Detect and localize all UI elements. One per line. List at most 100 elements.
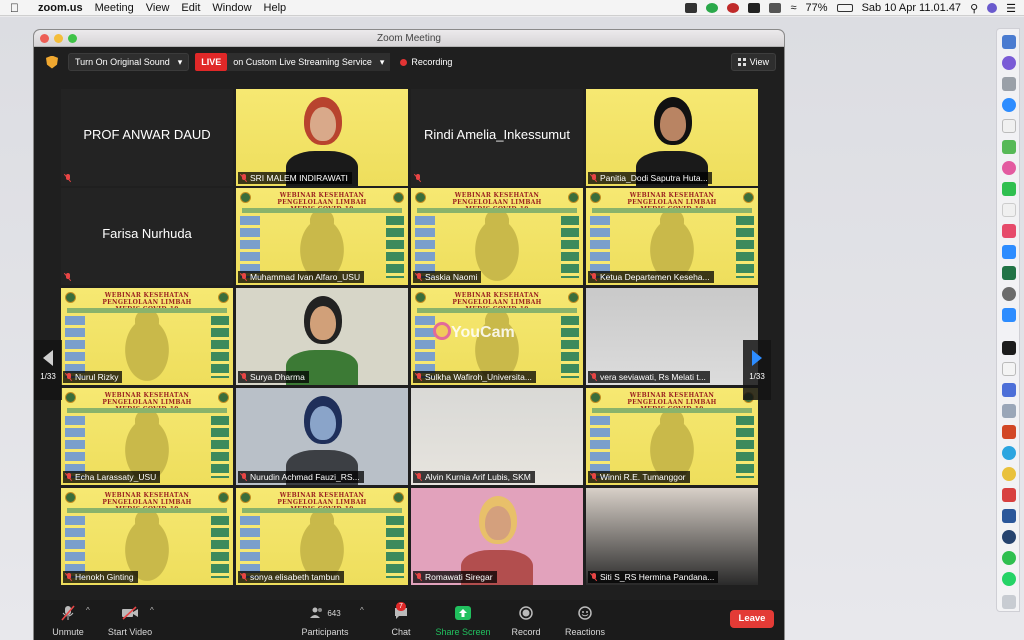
close-window-button[interactable] — [40, 34, 49, 43]
view-button[interactable]: View — [730, 53, 776, 71]
word-icon[interactable] — [1002, 509, 1016, 523]
participant-display-name: PROF ANWAR DAUD — [83, 127, 211, 142]
menu-meeting[interactable]: Meeting — [95, 2, 134, 14]
video-options-caret-icon[interactable]: ^ — [150, 606, 154, 615]
line-dock-icon[interactable] — [1002, 551, 1016, 565]
siri-icon[interactable] — [987, 3, 998, 13]
system-preferences-icon[interactable] — [1002, 287, 1016, 301]
leave-button[interactable]: Leave — [730, 610, 774, 628]
zoom-window-button[interactable] — [68, 34, 77, 43]
siri-dock-icon[interactable] — [1002, 56, 1016, 70]
volume-icon[interactable] — [769, 3, 782, 13]
participant-tile[interactable]: SRI MALEM INDIRAWATI — [236, 89, 408, 186]
notification-center-icon[interactable]: ☰ — [1006, 2, 1016, 15]
wifi-icon[interactable]: ≈ — [790, 2, 796, 14]
notes-icon[interactable] — [1002, 119, 1016, 133]
battery-icon[interactable] — [836, 4, 853, 12]
telegram-icon[interactable] — [1002, 446, 1016, 460]
participants-button[interactable]: 643 Participants — [298, 604, 352, 637]
preview-icon[interactable] — [1002, 362, 1016, 376]
clock[interactable]: Sab 10 Apr 11.01.47 — [862, 2, 962, 14]
finder-icon[interactable] — [1002, 35, 1016, 49]
dropdown-caret-icon[interactable]: ▾ — [178, 54, 183, 70]
chat-button[interactable]: 7 Chat — [386, 602, 416, 637]
participant-tile[interactable]: vera seviawati, Rs Melati t... — [586, 288, 758, 385]
muted-microphone-icon — [65, 174, 71, 182]
safari-icon[interactable] — [1002, 98, 1016, 112]
participant-tile[interactable]: WEBINAR KESEHATANPENGELOLAAN LIMBAHMEDIS… — [586, 188, 758, 285]
chrome-icon[interactable] — [1002, 467, 1016, 481]
share-screen-button[interactable]: Share Screen — [432, 604, 494, 637]
participant-tile[interactable]: WEBINAR KESEHATANPENGELOLAAN LIMBAHMEDIS… — [411, 288, 583, 385]
recording-indicator[interactable]: Recording — [400, 57, 452, 67]
audio-options-caret-icon[interactable]: ^ — [86, 606, 90, 615]
apple-menu-icon[interactable]:  — [10, 1, 26, 15]
participant-tile[interactable]: WEBINAR KESEHATANPENGELOLAAN LIMBAHMEDIS… — [411, 188, 583, 285]
participant-tile[interactable]: Alvin Kurnia Arif Lubis, SKM — [411, 388, 583, 485]
participant-face — [310, 406, 336, 440]
activity-monitor-icon[interactable] — [1002, 341, 1016, 355]
calendar-icon[interactable] — [1002, 203, 1016, 217]
original-sound-button[interactable]: Turn On Original Sound ▾ — [68, 53, 190, 71]
participant-tile[interactable]: Rindi Amelia_Inkessumut — [411, 89, 583, 186]
participant-tile[interactable]: WEBINAR KESEHATANPENGELOLAAN LIMBAHMEDIS… — [236, 488, 408, 585]
participant-tile[interactable]: Farisa Nurhuda — [61, 188, 233, 285]
photos-icon[interactable] — [1002, 161, 1016, 175]
whatsapp-icon[interactable] — [1002, 572, 1016, 586]
spotlight-search-icon[interactable]: ⚲ — [970, 2, 978, 15]
participant-tile[interactable]: WEBINAR KESEHATANPENGELOLAAN LIMBAHMEDIS… — [61, 288, 233, 385]
participant-name: Alvin Kurnia Arif Lubis, SKM — [425, 472, 531, 482]
participant-tile[interactable]: Siti S_RS Hermina Pandana... — [586, 488, 758, 585]
organizer-logo-icon — [743, 192, 754, 203]
participant-tile[interactable]: WEBINAR KESEHATANPENGELOLAAN LIMBAHMEDIS… — [586, 388, 758, 485]
original-sound-label: Turn On Original Sound — [75, 57, 170, 67]
zoom-status-icon[interactable] — [685, 3, 698, 13]
participant-tile[interactable]: WEBINAR KESEHATANPENGELOLAAN LIMBAHMEDIS… — [61, 388, 233, 485]
window-titlebar[interactable]: Zoom Meeting — [34, 30, 784, 47]
previous-page-button[interactable]: 1/33 — [34, 340, 62, 400]
menu-help[interactable]: Help — [264, 2, 287, 14]
menu-edit[interactable]: Edit — [181, 2, 200, 14]
mail-icon[interactable] — [1002, 488, 1016, 502]
participant-tile[interactable]: WEBINAR KESEHATANPENGELOLAAN LIMBAHMEDIS… — [61, 488, 233, 585]
zoom-dock-icon[interactable] — [1002, 308, 1016, 322]
record-button[interactable]: Record — [508, 604, 544, 637]
screenshot-icon[interactable] — [1002, 404, 1016, 418]
unmute-button[interactable]: Unmute — [48, 604, 88, 637]
next-page-button[interactable]: 1/33 — [743, 340, 771, 400]
participant-tile[interactable]: PROF ANWAR DAUD — [61, 89, 233, 186]
participant-name: Nurudin Achmad Fauzi_RS... — [250, 472, 360, 482]
app-store-icon[interactable] — [1002, 245, 1016, 259]
live-stream-dropdown[interactable]: on Custom Live Streaming Service ▾ — [227, 53, 391, 71]
reactions-button[interactable]: Reactions — [562, 604, 608, 637]
facetime-icon[interactable] — [1002, 182, 1016, 196]
dock — [996, 28, 1020, 612]
poster-title-line: PENGELOLAAN LIMBAH — [102, 499, 192, 506]
participant-tile[interactable]: Romawati Siregar — [411, 488, 583, 585]
minimize-window-button[interactable] — [54, 34, 63, 43]
powerpoint-icon[interactable] — [1002, 425, 1016, 439]
line-status-icon[interactable] — [706, 3, 719, 13]
files-icon[interactable] — [1002, 383, 1016, 397]
participant-tile[interactable]: WEBINAR KESEHATANPENGELOLAAN LIMBAHMEDIS… — [236, 188, 408, 285]
maps-icon[interactable] — [1002, 140, 1016, 154]
participant-tile[interactable]: Nurudin Achmad Fauzi_RS... — [236, 388, 408, 485]
launchpad-icon[interactable] — [1002, 77, 1016, 91]
participant-tile[interactable]: Panitia_Dodi Saputra Huta... — [586, 89, 758, 186]
status-app-icon[interactable] — [748, 3, 761, 13]
menu-window[interactable]: Window — [212, 2, 251, 14]
start-video-button[interactable]: Start Video — [106, 604, 154, 637]
participant-tile[interactable]: Surya Dharma — [236, 288, 408, 385]
live-badge[interactable]: LIVE — [195, 53, 228, 71]
music-icon[interactable] — [1002, 224, 1016, 238]
trash-icon[interactable] — [1002, 595, 1016, 609]
security-shield-icon[interactable] — [46, 55, 58, 69]
participants-caret-icon[interactable]: ^ — [360, 606, 364, 615]
menu-view[interactable]: View — [146, 2, 170, 14]
university-logo-icon — [65, 392, 76, 403]
app-menu-zoom[interactable]: zoom.us — [38, 2, 83, 14]
quicktime-icon[interactable] — [1002, 530, 1016, 544]
recording-status-icon[interactable] — [727, 3, 740, 13]
excel-icon[interactable] — [1002, 266, 1016, 280]
participants-icon: 643 — [298, 604, 352, 622]
